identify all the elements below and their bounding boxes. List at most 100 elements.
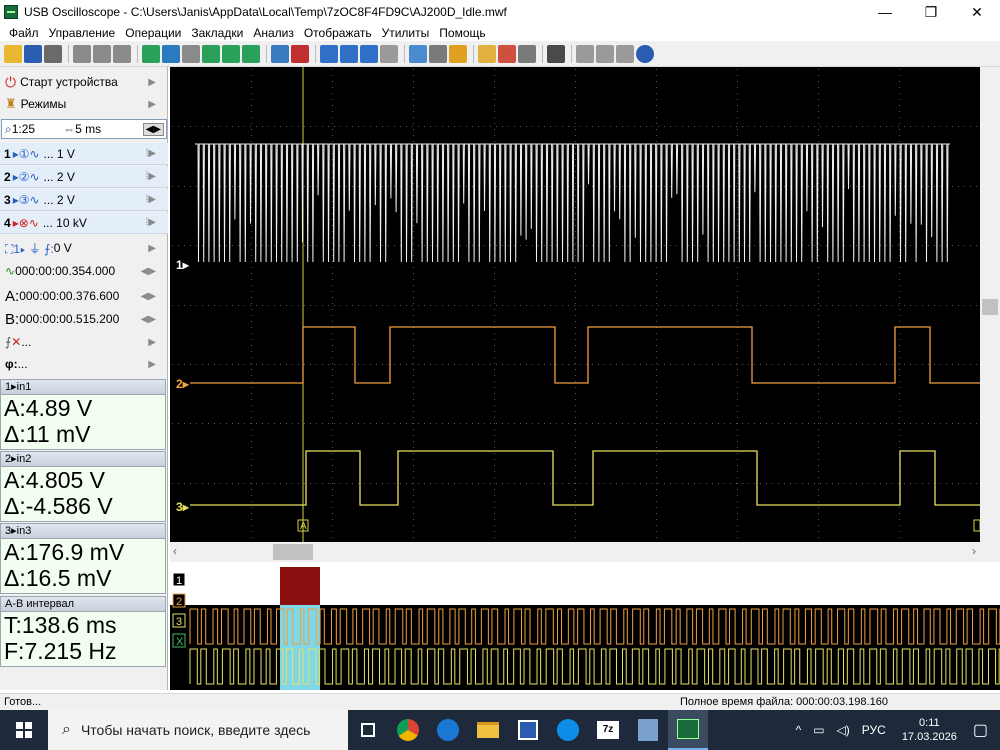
windows-logo-icon xyxy=(16,722,32,738)
measure-icon[interactable] xyxy=(162,44,180,63)
close-button[interactable]: ✕ xyxy=(954,0,1000,24)
menu-help[interactable]: Помощь xyxy=(434,26,490,40)
channel-2-trace xyxy=(190,326,980,384)
export-icon[interactable] xyxy=(576,44,594,63)
check-icon[interactable] xyxy=(320,44,338,63)
trigger-time-row[interactable]: ∿ 000:00:00.354.000 ◀▶ xyxy=(0,260,168,282)
oscilloscope-screen[interactable]: 1▸ 2▸ 3▸ A xyxy=(170,67,980,542)
start-device-row[interactable]: ⏻ Старт устройства ▶ xyxy=(0,71,168,93)
save-icon[interactable] xyxy=(24,44,42,63)
print-icon[interactable] xyxy=(44,44,62,63)
buffer-icon[interactable] xyxy=(518,44,536,63)
clear-icon[interactable] xyxy=(616,44,634,63)
menu-analysis[interactable]: Анализ xyxy=(248,26,299,40)
save-app-icon[interactable] xyxy=(508,710,548,750)
clock-date: 17.03.2026 xyxy=(901,731,957,743)
trigger-time-stepper-icon[interactable]: ◀▶ xyxy=(141,266,156,277)
cursor-b-stepper-icon[interactable]: ◀▶ xyxy=(141,314,156,325)
cursor-a-stepper-icon[interactable]: ◀▶ xyxy=(141,291,156,302)
trigger-row[interactable]: ⛶1▸ ⏚ ⨍: 0 V ▶ xyxy=(0,237,168,259)
report-icon[interactable] xyxy=(596,44,614,63)
teamviewer-icon[interactable] xyxy=(548,710,588,750)
help-icon[interactable] xyxy=(636,44,654,63)
phase-row[interactable]: φ: ... ▶ xyxy=(0,353,168,375)
clock[interactable]: 0:11 17.03.2026 xyxy=(902,716,957,744)
channel-1-row[interactable]: 1 ▸①∿ ... 1 V ⁞▶ xyxy=(0,143,168,165)
channel-4-scale: ... 10 kV xyxy=(42,215,87,230)
horizontal-scrollbar[interactable]: ‹ › xyxy=(170,542,1000,562)
menu-control[interactable]: Управление xyxy=(44,26,121,40)
notifications-icon[interactable]: ▢ xyxy=(973,720,988,740)
overview-strip[interactable]: 1 2 3 X xyxy=(170,567,1000,690)
toolbar-separator xyxy=(266,44,267,63)
menu-bookmarks[interactable]: Закладки xyxy=(186,26,248,40)
app-icon-generic[interactable] xyxy=(628,710,668,750)
volume-icon[interactable]: ◁) xyxy=(837,723,850,737)
zoom-timebase-row[interactable]: ⌕ 1:25 ⇔ 5 ms ◀▶ xyxy=(1,119,167,139)
taskbar-search[interactable]: ⌕ Чтобы начать поиск, введите здесь xyxy=(48,710,348,750)
scroll-left-icon[interactable]: ‹ xyxy=(173,544,177,558)
copy-icon[interactable] xyxy=(73,44,91,63)
modes-row[interactable]: ♜ Режимы ▶ xyxy=(0,93,168,115)
chart-options-icon[interactable] xyxy=(271,44,289,63)
check-up-icon[interactable] xyxy=(360,44,378,63)
language-indicator[interactable]: РУС xyxy=(862,723,886,737)
display-icon[interactable] xyxy=(547,44,565,63)
filter-icon[interactable] xyxy=(182,44,200,63)
interval-box: T:138.6 ms F:7.215 Hz xyxy=(0,612,166,667)
edge-icon[interactable] xyxy=(428,710,468,750)
vertical-scrollbar[interactable] xyxy=(980,67,1000,542)
vertical-scroll-thumb[interactable] xyxy=(982,299,998,315)
interval-frequency: F:7.215 Hz xyxy=(4,638,117,664)
minimize-button[interactable]: — xyxy=(862,0,908,24)
channels-icon[interactable] xyxy=(449,44,467,63)
cut-icon[interactable] xyxy=(113,44,131,63)
delete-icon[interactable] xyxy=(291,44,309,63)
redo-icon[interactable] xyxy=(242,44,260,63)
file-explorer-icon[interactable] xyxy=(468,710,508,750)
tray-chevron-icon[interactable]: ^ xyxy=(796,723,802,737)
menu-operations[interactable]: Операции xyxy=(120,26,186,40)
network-icon[interactable]: ▭ xyxy=(813,723,824,737)
maximize-button[interactable]: ❐ xyxy=(908,0,954,24)
undo-icon[interactable] xyxy=(222,44,240,63)
marker-icon[interactable] xyxy=(142,44,160,63)
channel-2-stepper-icon[interactable]: ⁞▶ xyxy=(146,171,156,182)
zoom-select-icon[interactable] xyxy=(429,44,447,63)
7zip-icon[interactable]: 7z xyxy=(588,710,628,750)
overview-view-window[interactable] xyxy=(280,567,320,605)
channel-2-row[interactable]: 2 ▸②∿ ... 2 V ⁞▶ xyxy=(0,166,168,188)
signal-icon[interactable] xyxy=(202,44,220,63)
horizontal-scroll-thumb[interactable] xyxy=(273,544,313,560)
menu-file[interactable]: Файл xyxy=(4,26,44,40)
document-icon[interactable] xyxy=(380,44,398,63)
toolbar xyxy=(0,41,1000,67)
channel-4-row[interactable]: 4 ▸⊗∿ ... 10 kV ⁞▶ xyxy=(0,212,168,234)
record-icon[interactable] xyxy=(498,44,516,63)
channel-3-stepper-icon[interactable]: ⁞▶ xyxy=(146,194,156,205)
paste-icon[interactable] xyxy=(93,44,111,63)
cursor-b-row[interactable]: B: 000:00:00.515.200 ◀▶ xyxy=(0,308,168,330)
cursor-a-row[interactable]: A: 000:00:00.376.600 ◀▶ xyxy=(0,285,168,307)
zoom-fit-icon[interactable] xyxy=(409,44,427,63)
scroll-right-icon[interactable]: › xyxy=(972,544,976,558)
settings-icon[interactable] xyxy=(478,44,496,63)
clock-time: 0:11 xyxy=(919,717,940,729)
timebase-stepper[interactable]: ◀▶ xyxy=(142,122,164,136)
expand-arrow-icon: ▶ xyxy=(148,358,156,370)
channel-1-stepper-icon[interactable]: ⁞▶ xyxy=(146,148,156,159)
chrome-icon[interactable] xyxy=(388,710,428,750)
start-button[interactable] xyxy=(0,710,48,750)
open-folder-icon[interactable] xyxy=(4,44,22,63)
task-view-icon[interactable] xyxy=(348,710,388,750)
menu-utilities[interactable]: Утилиты xyxy=(377,26,435,40)
channel-3-row[interactable]: 3 ▸③∿ ... 2 V ⁞▶ xyxy=(0,189,168,211)
function-row[interactable]: ⨍ ✕ ... ▶ xyxy=(0,331,168,353)
channel-4-stepper-icon[interactable]: ⁞▶ xyxy=(146,217,156,228)
meas-in3-prefix: 3▸ xyxy=(5,525,17,537)
toolbar-separator xyxy=(315,44,316,63)
oscilloscope-taskbar-icon[interactable] xyxy=(668,710,708,750)
check-down-icon[interactable] xyxy=(340,44,358,63)
menu-view[interactable]: Отображать xyxy=(299,26,377,40)
meas-in3-title: in3 xyxy=(16,525,32,537)
